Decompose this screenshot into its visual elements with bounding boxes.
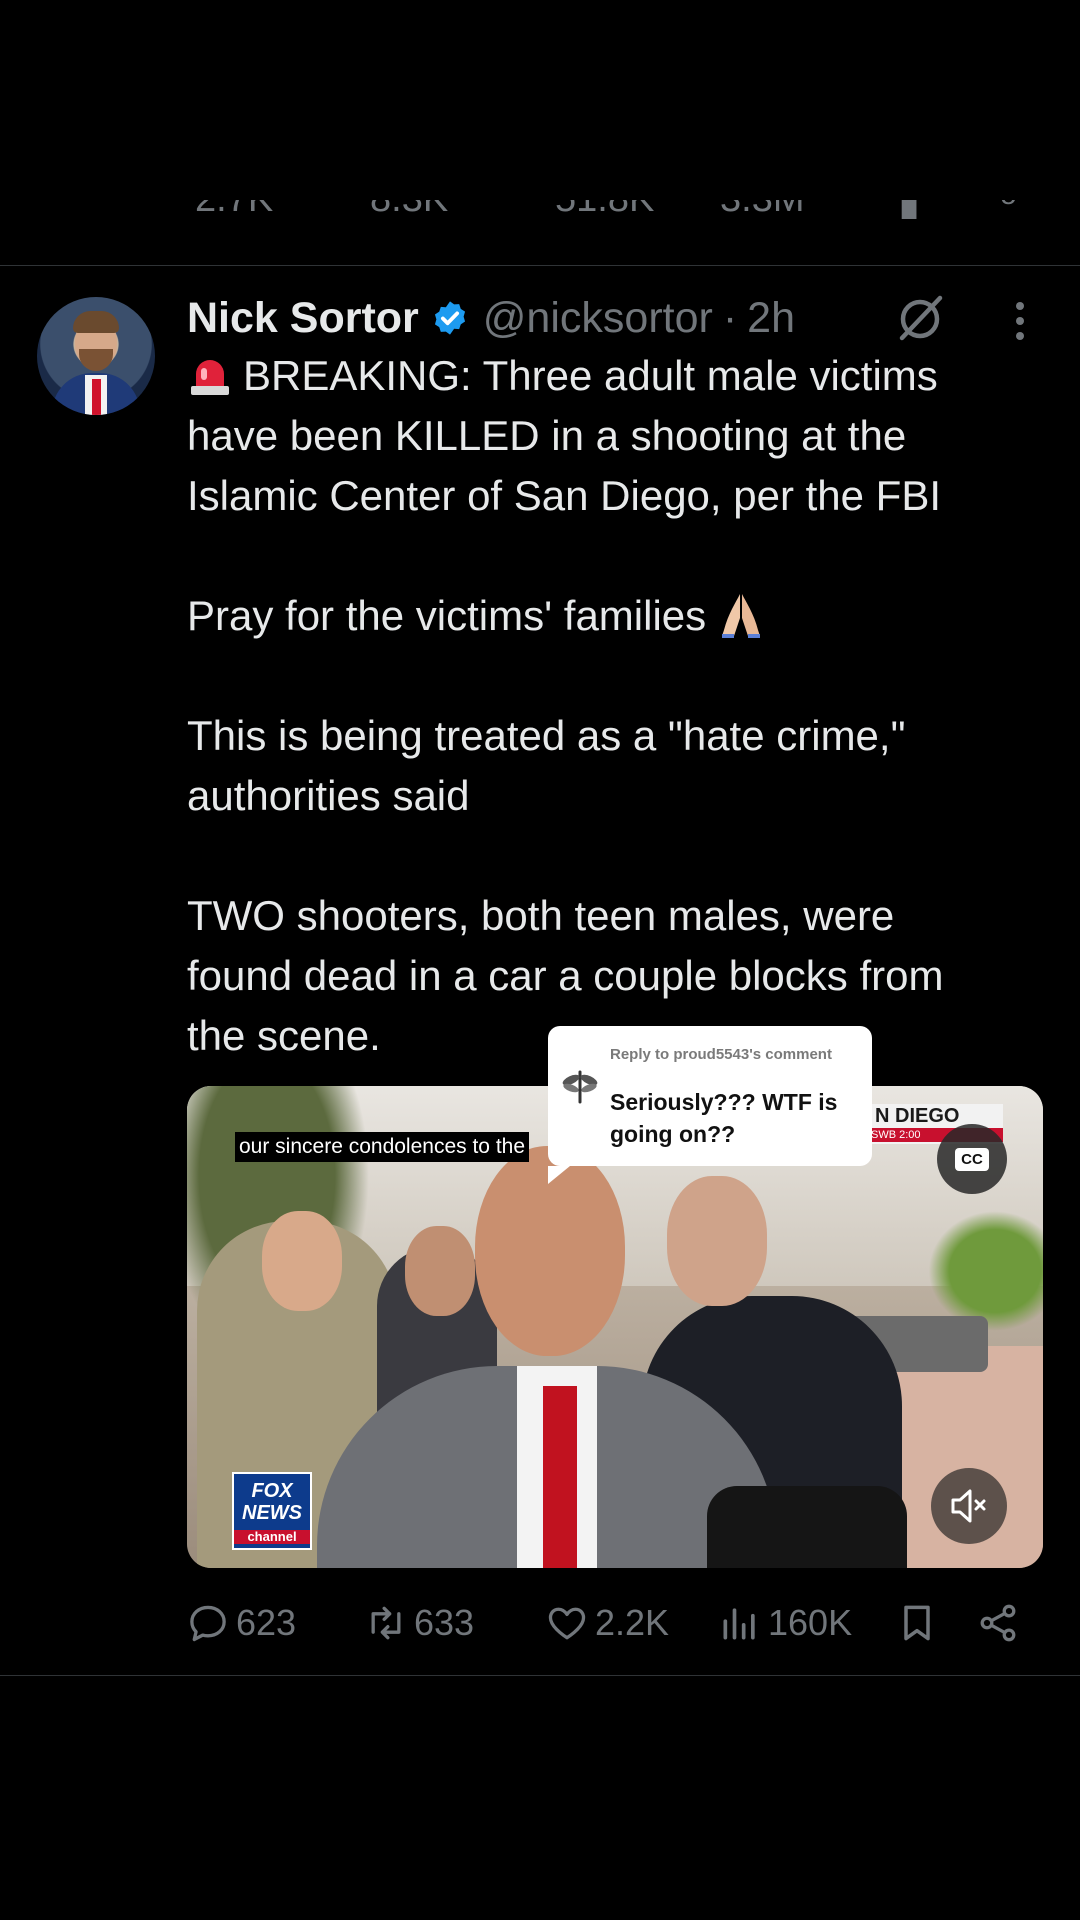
reply-icon [190,1605,226,1642]
dragonfly-icon [562,1070,598,1104]
reply-label: Reply to proud5543's comment [610,1046,832,1063]
fox-news-logo: FOX NEWS channel [232,1472,312,1550]
reply-comment-bubble: Reply to proud5543's comment Seriously??… [548,1026,872,1184]
repost-count: 633 [414,1602,475,1643]
logo-line2: NEWS [242,1502,302,1524]
post-header: Nick Sortor @nicksortor · 2h [187,290,795,346]
post-text-middle: have been KILLED in a shooting at the Is… [187,412,942,639]
video-caption: our sincere condolences to the [235,1132,530,1162]
video-deputy-face [262,1211,342,1311]
author-name[interactable]: Nick Sortor [187,294,419,343]
pray-emoji [721,594,760,638]
repost-icon [371,1606,401,1640]
like-icon [548,1607,586,1640]
prev-bookmark-icon[interactable]: ▮ [898,200,920,224]
video-microphones [707,1486,907,1568]
reply-button[interactable]: 623 [186,1595,296,1651]
avatar-beard [79,349,113,371]
post-text: BREAKING: Three adult male victims have … [187,346,1047,1066]
views-icon [723,1608,755,1640]
prev-replies-count[interactable]: 2.7K [195,200,273,221]
grok-icon[interactable] [894,292,946,344]
mute-icon [951,1489,986,1523]
video-person-face [405,1226,475,1316]
post-time[interactable]: 2h [747,294,795,343]
author-handle[interactable]: @nicksortor [483,294,713,343]
share-button[interactable] [976,1595,1026,1651]
video-officer-face [667,1176,767,1306]
siren-emoji [191,360,229,395]
captions-button[interactable]: CC [937,1124,1007,1194]
divider-top [0,265,1080,266]
reply-text: Seriously??? WTF is going on?? [610,1089,838,1147]
post-text-tail: This is being treated as a "hate crime,"… [187,712,944,1059]
post-actions: 623 633 2.2K 160K [0,1595,1080,1651]
prev-share-icon[interactable]: o [1000,200,1017,212]
more-icon[interactable] [1010,298,1030,344]
previous-post-actions: 2.7K 8.3K 51.8K 3.3M ▮ o [0,200,1080,230]
video-speaker-tie [543,1386,577,1568]
mute-button[interactable] [931,1468,1007,1544]
logo-line1: FOX [251,1480,293,1502]
repost-button[interactable]: 633 [364,1595,474,1651]
verified-icon [434,301,465,335]
bookmark-icon [904,1605,930,1641]
avatar-tie [92,379,101,415]
post-text-line1: BREAKING: Three adult male victims [243,352,938,399]
avatar[interactable] [37,297,155,415]
logo-line3: channel [234,1530,310,1544]
views-count: 160K [768,1602,853,1643]
bookmark-button[interactable] [895,1595,945,1651]
prev-reposts-count[interactable]: 8.3K [370,200,448,221]
share-icon [980,1604,1016,1642]
header-separator: · [722,293,738,342]
avatar-hair [73,311,119,333]
like-count: 2.2K [595,1602,670,1643]
reply-count: 623 [236,1602,297,1643]
views-button[interactable]: 160K [718,1595,852,1651]
divider-bottom [0,1675,1080,1676]
cc-icon: CC [955,1147,989,1171]
prev-likes-count[interactable]: 51.8K [555,200,654,221]
like-button[interactable]: 2.2K [545,1595,669,1651]
prev-views-count[interactable]: 3.3M [720,200,804,221]
